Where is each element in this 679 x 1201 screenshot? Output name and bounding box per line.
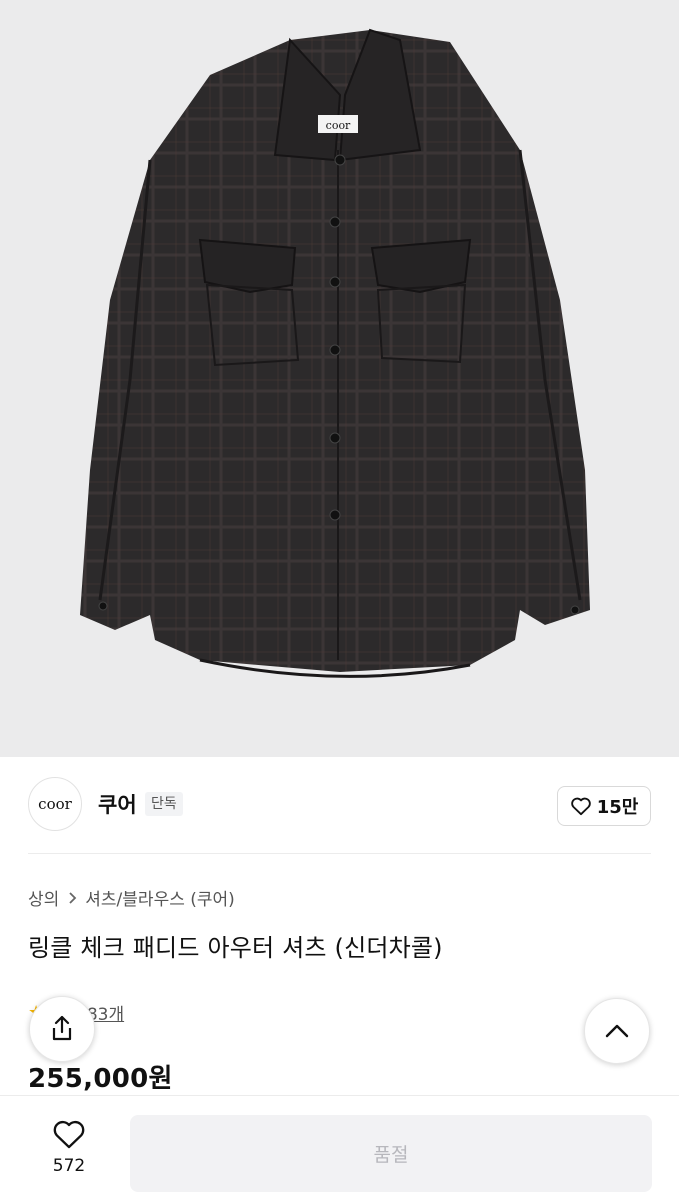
product-title: 링클 체크 패디드 아우터 셔츠 (신더차콜) [28, 934, 443, 962]
wishlist-count: 572 [52, 1156, 86, 1176]
product-image[interactable]: coor [0, 0, 679, 757]
scroll-top-button[interactable] [584, 998, 650, 1064]
brand-logo-text: coor [38, 795, 72, 813]
breadcrumb-item-shirts[interactable]: 셔츠/블라우스 (쿠어) [85, 885, 235, 910]
breadcrumb: 상의 셔츠/블라우스 (쿠어) [28, 885, 235, 910]
chevron-up-icon [605, 1024, 629, 1038]
wishlist-button[interactable]: 572 [38, 1118, 100, 1176]
chevron-right-icon [69, 891, 77, 904]
brand-name[interactable]: 쿠어 [98, 789, 137, 819]
garment-label: coor [326, 119, 351, 132]
sold-out-button[interactable]: 품절 [130, 1115, 652, 1192]
exclusive-badge: 단독 [145, 792, 183, 816]
brand-like-button[interactable]: 15만 [557, 786, 651, 826]
heart-icon [570, 797, 591, 816]
section-divider [28, 853, 651, 854]
product-price: 255,000원 [28, 1064, 173, 1094]
breadcrumb-item-tops[interactable]: 상의 [28, 885, 59, 910]
share-icon [52, 1015, 72, 1041]
brand-like-count: 15만 [596, 797, 639, 818]
share-button[interactable] [29, 996, 95, 1062]
jacket-illustration: coor [80, 28, 590, 678]
heart-icon [53, 1120, 85, 1149]
brand-logo[interactable]: coor [28, 777, 82, 831]
